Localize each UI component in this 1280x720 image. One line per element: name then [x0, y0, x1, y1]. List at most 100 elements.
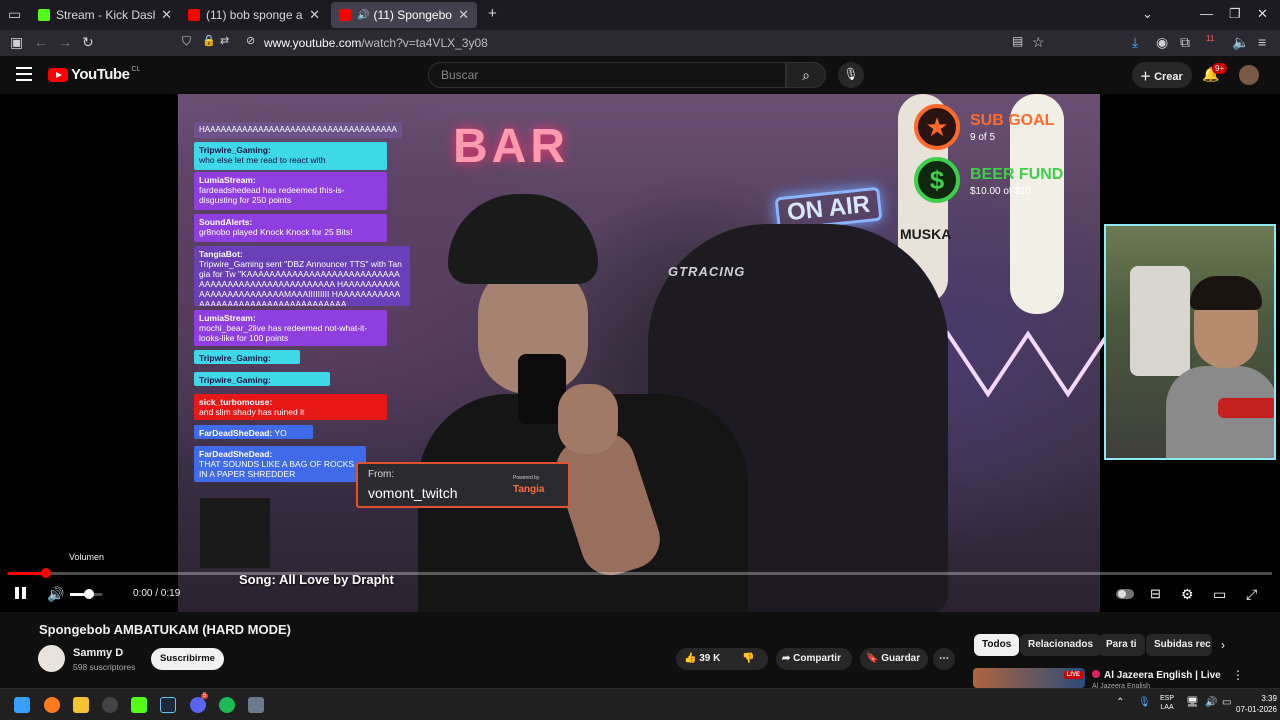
speaker-tray-icon[interactable]: 🔊	[1205, 697, 1217, 708]
settings-gear-icon[interactable]: ⚙	[1181, 586, 1194, 603]
kick-icon[interactable]	[131, 697, 147, 713]
chat-user: SoundAlerts:	[199, 217, 253, 227]
dollar-icon: $	[914, 157, 960, 203]
chat-text: YO	[274, 428, 287, 438]
downloads-icon[interactable]: ⤓	[1132, 34, 1138, 51]
language-indicator[interactable]: ESP LAA	[1160, 694, 1174, 712]
facecam	[1104, 224, 1276, 460]
tab-list-icon[interactable]: ▭	[8, 6, 21, 23]
autoplay-toggle[interactable]	[1116, 589, 1134, 599]
subscribe-button[interactable]: Suscribirme	[151, 648, 224, 670]
steam-icon[interactable]	[160, 697, 176, 713]
pause-button[interactable]	[14, 586, 28, 600]
chat-message: LumiaStream: mochi_bear_2live has redeem…	[194, 310, 387, 346]
lock-icon[interactable]: 🔒	[202, 34, 216, 47]
thumbs-up-icon: 👍	[684, 653, 697, 664]
close-tab-icon[interactable]: ✕	[161, 7, 172, 23]
reload-icon[interactable]: ↻	[82, 34, 94, 51]
battery-icon[interactable]: ▭	[1222, 697, 1231, 708]
user-avatar[interactable]	[1239, 65, 1259, 85]
fullscreen-icon[interactable]: ⤢	[1246, 586, 1257, 603]
volume-slider[interactable]	[70, 589, 102, 599]
chevron-right-icon[interactable]: ›	[1221, 638, 1225, 652]
subscriber-count: 598 suscriptores	[73, 662, 136, 672]
kebab-menu-icon[interactable]: ⋮	[1232, 668, 1244, 682]
tab-spongebob-active[interactable]: 🔊 (11) Spongebob AMBATUK ✕	[331, 2, 477, 28]
discord-badge: 5	[201, 693, 209, 699]
alert-from-label: From:	[368, 469, 395, 480]
bookmark-star-icon[interactable]: ☆	[1032, 34, 1045, 51]
account-icon[interactable]: ◉	[1156, 34, 1168, 51]
more-actions-icon[interactable]: ⋯	[933, 648, 955, 670]
speaker-icon[interactable]: 🔊	[357, 10, 369, 21]
chip-para-ti[interactable]: Para ti	[1098, 634, 1145, 656]
create-button[interactable]: ＋ Crear	[1132, 62, 1192, 88]
channel-avatar[interactable]	[38, 645, 65, 672]
thumbs-down-icon[interactable]: 👎	[742, 653, 754, 664]
save-button[interactable]: 🔖 Guardar	[860, 648, 928, 670]
volume-icon[interactable]: 🔊	[47, 586, 64, 603]
extension-badge-icon[interactable]: 11	[1206, 34, 1214, 43]
recommended-thumbnail[interactable]: LIVE	[973, 668, 1085, 688]
chat-message: FarDeadSheDead: YO	[194, 425, 313, 439]
sidebar-icon[interactable]: ▣	[10, 34, 23, 51]
plus-icon: ＋	[1140, 71, 1151, 83]
close-window-button[interactable]: ✕	[1257, 6, 1268, 22]
shield-icon[interactable]: ⛉	[182, 34, 191, 49]
subtitles-icon[interactable]: ⊟	[1150, 586, 1161, 602]
country-code: CL	[131, 66, 141, 73]
tab-title: (11) Spongebob AMBATUK	[373, 8, 452, 22]
progress-scrubber[interactable]	[40, 568, 51, 578]
firefox-icon[interactable]	[44, 697, 60, 713]
chip-relacionados[interactable]: Relacionados	[1020, 634, 1102, 656]
close-tab-icon[interactable]: ✕	[458, 7, 469, 23]
windows-start-icon[interactable]	[14, 697, 30, 713]
discord-icon[interactable]	[190, 697, 206, 713]
video-player[interactable]: BAR ON AIR MUSKA GTRACING HAAAAAAAAAAAAA…	[0, 94, 1280, 612]
youtube-logo[interactable]: YouTube CL	[48, 66, 140, 83]
system-clock[interactable]: 3:39 07-01-2026	[1236, 693, 1277, 715]
tab-overflow-icon[interactable]: ⌄	[1142, 6, 1153, 22]
microphone-icon[interactable]: 🎙	[838, 62, 864, 88]
network-icon[interactable]: 🖥	[1186, 697, 1199, 708]
youtube-favicon-icon	[339, 9, 351, 21]
menu-icon[interactable]: ≡	[1258, 34, 1266, 50]
share-icon: ➦	[782, 653, 791, 664]
restore-button[interactable]: ❐	[1229, 6, 1241, 22]
like-button[interactable]: 👍 39 K	[676, 653, 720, 664]
chip-subidas[interactable]: Subidas rec	[1146, 634, 1212, 656]
mute-tab-icon[interactable]: 🔈	[1232, 34, 1249, 51]
search-icon[interactable]: ⌕	[786, 62, 826, 88]
search-input[interactable]: Buscar	[428, 62, 786, 88]
tray-mic-icon[interactable]: 🎙	[1138, 697, 1151, 708]
tab-kick-dashboard[interactable]: Stream - Kick Dashboard ✕	[30, 2, 180, 28]
chat-user: LumiaStream:	[199, 175, 256, 185]
volume-tooltip: Volumen	[69, 552, 105, 562]
skate-text: MUSKA	[900, 226, 952, 242]
hamburger-menu-icon[interactable]	[16, 67, 32, 81]
reader-view-icon[interactable]: ▤	[1012, 34, 1023, 48]
tab-bob-sponge[interactable]: (11) bob sponge ambatakum - ✕	[180, 2, 328, 28]
tray-chevron-icon[interactable]: ⌃	[1116, 697, 1124, 708]
progress-bar[interactable]	[8, 568, 1272, 578]
no-autoplay-icon[interactable]: ⊘	[246, 34, 255, 47]
back-icon[interactable]: ←	[34, 34, 48, 50]
settings-app-icon[interactable]	[248, 697, 264, 713]
chip-todos[interactable]: Todos	[974, 634, 1020, 656]
theater-mode-icon[interactable]: ▭	[1213, 586, 1226, 603]
chat-message: Tripwire_Gaming:	[194, 350, 300, 364]
file-explorer-icon[interactable]	[73, 697, 89, 713]
recommended-title[interactable]: Al Jazeera English | Live	[1092, 670, 1221, 681]
new-tab-button[interactable]: +	[488, 5, 497, 22]
obs-icon[interactable]	[102, 697, 118, 713]
minimize-button[interactable]: —	[1200, 6, 1213, 21]
spotify-icon[interactable]	[219, 697, 235, 713]
close-tab-icon[interactable]: ✕	[309, 7, 320, 23]
forward-icon[interactable]: →	[58, 34, 72, 50]
share-button[interactable]: ➦ Compartir	[776, 648, 852, 670]
channel-name[interactable]: Sammy D	[73, 647, 123, 659]
permissions-icon[interactable]: ⇄	[220, 34, 229, 47]
kick-favicon-icon	[38, 9, 50, 21]
extensions-icon[interactable]: ⧉	[1180, 34, 1190, 51]
url-bar[interactable]: www.youtube.com/watch?v=ta4VLX_3y08	[264, 36, 488, 50]
